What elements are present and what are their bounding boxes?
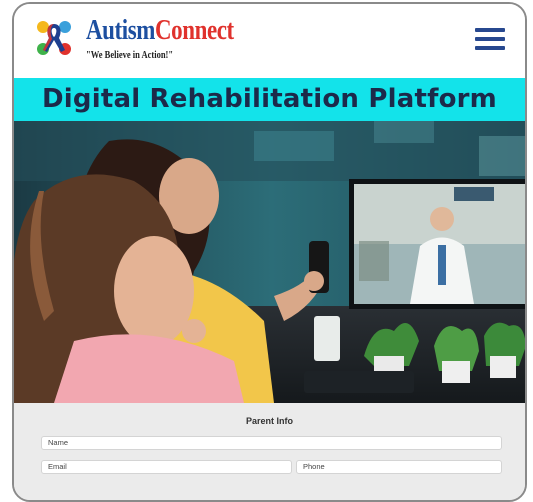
email-field[interactable]: Email (41, 460, 292, 474)
form-title: Parent Info (245, 416, 293, 426)
brand-name-part1: Autism (86, 15, 155, 46)
parent-info-form: Parent Info Name Email Phone (14, 403, 525, 500)
brand-name-part2: Connect (154, 15, 234, 46)
phone-field[interactable]: Phone (296, 460, 502, 474)
hamburger-menu-icon[interactable] (475, 28, 505, 52)
brand-name[interactable]: AutismConnect (86, 16, 234, 46)
brand-tagline: "We Believe in Action!" (86, 50, 174, 61)
header: AutismConnect "We Believe in Action!" (14, 4, 525, 78)
autism-ribbon-puzzle-icon[interactable] (34, 18, 74, 58)
name-field[interactable]: Name (41, 436, 502, 450)
menu-bar (475, 46, 505, 50)
title-banner: Digital Rehabilitation Platform (14, 78, 525, 121)
menu-bar (475, 37, 505, 41)
hero-image (14, 121, 525, 403)
page-frame: AutismConnect "We Believe in Action!" Di… (12, 2, 527, 502)
page-title: Digital Rehabilitation Platform (42, 84, 497, 114)
menu-bar (475, 28, 505, 32)
